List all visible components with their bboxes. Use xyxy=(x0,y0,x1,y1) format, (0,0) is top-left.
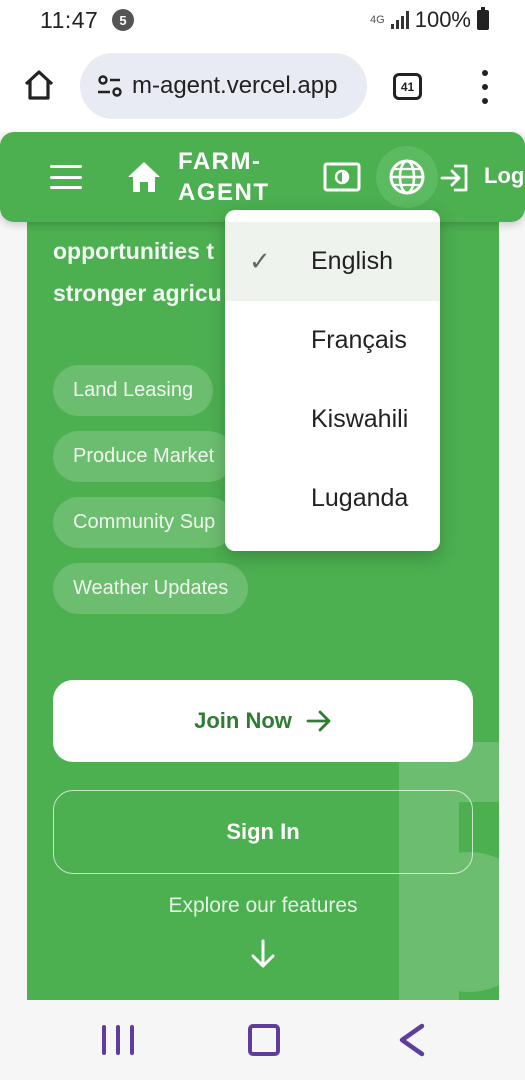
join-now-label: Join Now xyxy=(194,708,292,733)
address-bar[interactable]: m-agent.vercel.app xyxy=(80,53,367,119)
hero-text-line-1: opportunities t xyxy=(53,238,214,264)
battery-icon xyxy=(477,7,489,30)
language-option-luganda[interactable]: Luganda xyxy=(225,459,440,538)
join-now-button[interactable]: Join Now xyxy=(53,680,473,762)
system-navigation-bar xyxy=(0,1000,525,1080)
browser-toolbar: m-agent.vercel.app 41 xyxy=(0,40,525,132)
back-icon[interactable] xyxy=(396,1022,428,1058)
brand-line-1: FARM- xyxy=(178,148,262,175)
feature-chip: Produce Market xyxy=(53,431,235,482)
battery-percent: 100% xyxy=(414,7,471,32)
brand-logo-text[interactable]: FARM- AGENT xyxy=(178,146,270,208)
browser-menu-icon[interactable] xyxy=(478,70,492,104)
hero-description: opportunities t stronger agricu xyxy=(53,230,222,314)
language-option-label: English xyxy=(311,247,393,275)
brand-line-2: AGENT xyxy=(178,179,270,206)
language-option-label: Kiswahili xyxy=(311,405,409,433)
globe-icon[interactable] xyxy=(388,158,426,196)
login-icon[interactable] xyxy=(440,163,470,193)
feature-chips: Land Leasing Produce Market Community Su… xyxy=(53,365,249,629)
arrow-down-icon[interactable] xyxy=(248,938,278,970)
signal-icon xyxy=(390,11,409,29)
home-icon[interactable] xyxy=(126,160,162,194)
notification-count-badge: 5 xyxy=(112,9,134,31)
recent-apps-icon[interactable] xyxy=(102,1025,134,1055)
browser-home-icon[interactable] xyxy=(22,68,56,102)
language-dropdown: ✓ English Français Kiswahili Luganda xyxy=(225,210,440,551)
arrow-right-icon xyxy=(306,710,331,732)
language-option-english[interactable]: ✓ English xyxy=(225,222,440,301)
language-option-label: Luganda xyxy=(311,484,409,512)
site-settings-icon[interactable] xyxy=(92,68,128,104)
language-option-label: Français xyxy=(311,326,407,354)
status-bar: 11:47 5 4G 100% xyxy=(0,0,525,40)
tab-switcher-button[interactable]: 41 xyxy=(393,73,422,100)
url-text: m-agent.vercel.app xyxy=(132,72,338,99)
status-indicators: 4G 100% xyxy=(370,7,489,33)
hero-text-line-2: stronger agricu xyxy=(53,280,222,306)
feature-chip: Community Sup xyxy=(53,497,236,548)
login-button[interactable]: Logi xyxy=(484,163,525,189)
explore-features-link[interactable]: Explore our features xyxy=(27,894,499,918)
feature-chip: Weather Updates xyxy=(53,563,249,614)
feature-chip: Land Leasing xyxy=(53,365,214,416)
status-time: 11:47 xyxy=(40,7,99,33)
language-option-francais[interactable]: Français xyxy=(225,301,440,380)
sign-in-button[interactable]: Sign In xyxy=(53,790,473,874)
hamburger-menu-icon[interactable] xyxy=(50,165,82,189)
theme-toggle-icon[interactable] xyxy=(323,162,361,192)
sign-in-label: Sign In xyxy=(226,819,300,844)
check-icon: ✓ xyxy=(249,246,271,276)
system-home-icon[interactable] xyxy=(248,1024,280,1056)
network-type: 4G xyxy=(370,14,385,26)
language-option-kiswahili[interactable]: Kiswahili xyxy=(225,380,440,459)
